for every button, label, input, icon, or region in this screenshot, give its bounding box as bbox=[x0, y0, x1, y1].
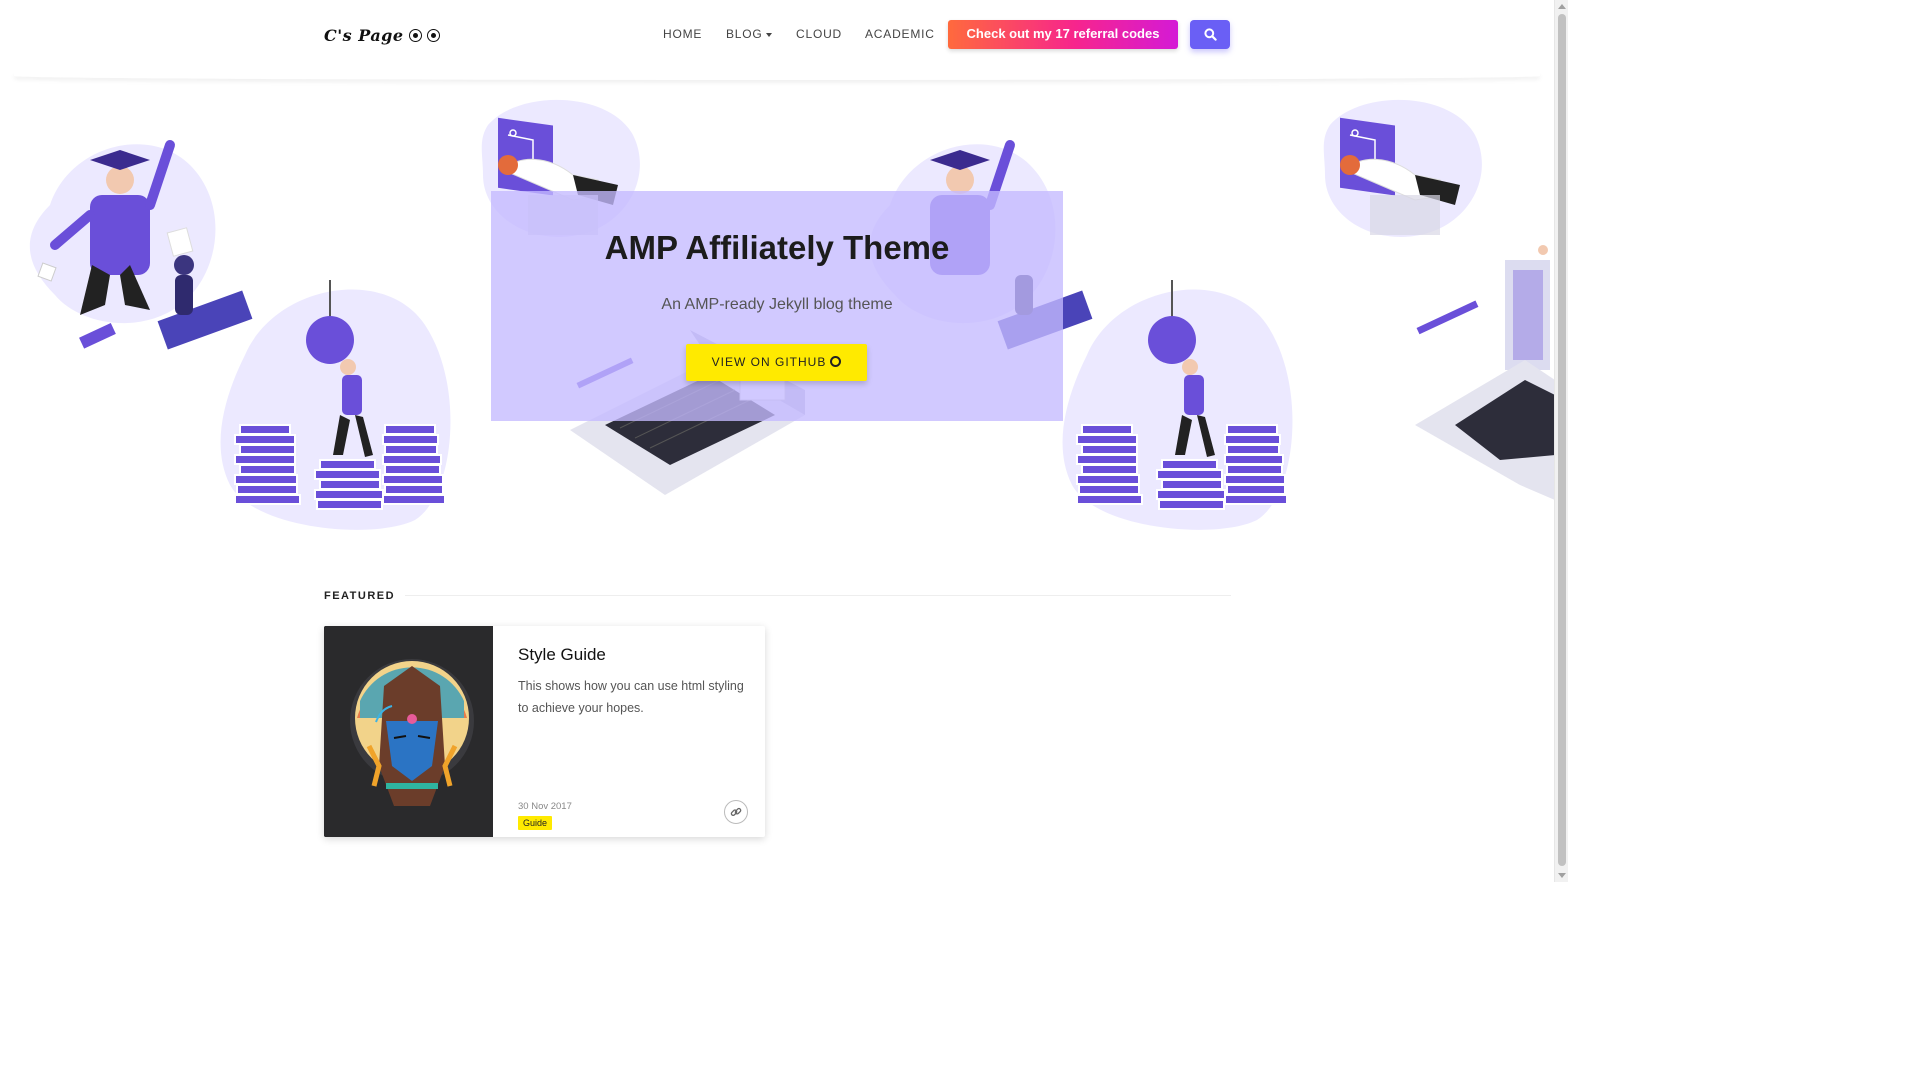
logo-text: C's Page bbox=[324, 25, 404, 45]
nav-blog[interactable]: BLOG bbox=[726, 27, 772, 41]
post-thumbnail-image[interactable] bbox=[324, 626, 493, 837]
site-logo[interactable]: C's Page bbox=[324, 21, 440, 49]
hero-subtitle: An AMP-ready Jekyll blog theme bbox=[661, 296, 893, 313]
github-button-label: VIEW ON GITHUB bbox=[711, 355, 827, 369]
chevron-down-icon bbox=[765, 32, 772, 37]
logo-eye-left-icon bbox=[408, 28, 422, 42]
vertical-scrollbar[interactable] bbox=[1554, 0, 1568, 882]
featured-heading: FEATURED bbox=[324, 590, 396, 602]
featured-divider bbox=[405, 595, 1231, 596]
link-icon bbox=[730, 807, 742, 817]
logo-eye-right-icon bbox=[426, 28, 440, 42]
nav-blog-label: BLOG bbox=[726, 27, 763, 41]
nav-cloud[interactable]: CLOUD bbox=[796, 27, 842, 41]
hero-title: AMP Affiliately Theme bbox=[604, 229, 950, 266]
scroll-up-arrow-icon[interactable] bbox=[1558, 4, 1566, 9]
laptop-illustration-right bbox=[1415, 245, 1554, 500]
post-tag[interactable]: Guide bbox=[518, 816, 553, 830]
header-shadow bbox=[14, 72, 1540, 80]
nav-academic[interactable]: ACADEMIC bbox=[865, 27, 935, 41]
researcher-illustration-right bbox=[1323, 99, 1482, 237]
site-header: C's Page HOME BLOG CLOUD ACADEMIC Check … bbox=[0, 0, 1554, 76]
post-permalink-button[interactable] bbox=[724, 800, 748, 824]
view-on-github-button[interactable]: VIEW ON GITHUB bbox=[686, 344, 867, 381]
nav-home[interactable]: HOME bbox=[663, 27, 702, 41]
lightbulb-coins-illustration bbox=[220, 280, 451, 530]
post-title[interactable]: Style Guide bbox=[518, 645, 606, 665]
hero-card: AMP Affiliately Theme An AMP-ready Jekyl… bbox=[491, 191, 1063, 421]
scroll-down-arrow-icon[interactable] bbox=[1558, 873, 1566, 878]
referral-codes-button[interactable]: Check out my 17 referral codes bbox=[948, 20, 1178, 49]
lightbulb-coins-illustration-right bbox=[1062, 280, 1293, 530]
scrollbar-thumb[interactable] bbox=[1558, 14, 1566, 866]
search-button[interactable] bbox=[1190, 20, 1230, 49]
github-icon bbox=[830, 356, 842, 367]
hero-section: AMP Affiliately Theme An AMP-ready Jekyl… bbox=[0, 80, 1554, 540]
post-date: 30 Nov 2017 bbox=[518, 801, 572, 812]
featured-post-card[interactable]: Style Guide This shows how you can use h… bbox=[324, 626, 765, 837]
post-description: This shows how you can use html styling … bbox=[518, 679, 744, 715]
search-icon bbox=[1203, 28, 1217, 41]
